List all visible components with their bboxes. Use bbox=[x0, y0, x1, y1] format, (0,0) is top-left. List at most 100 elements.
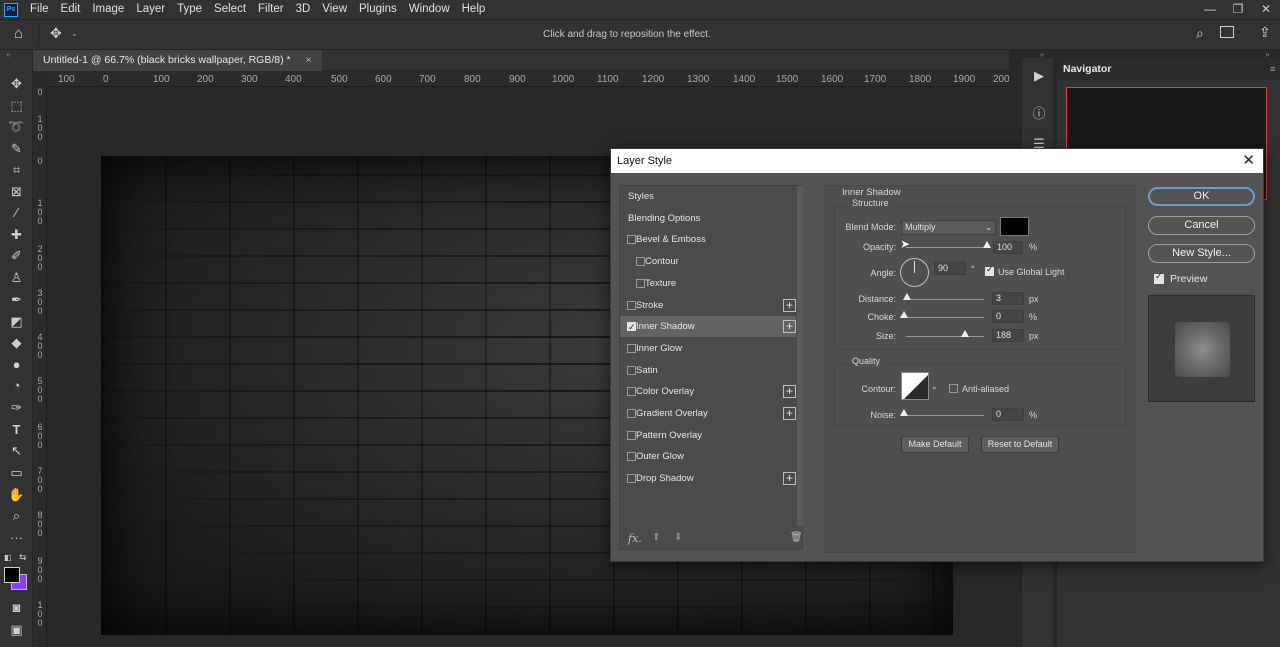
choke-slider-thumb[interactable] bbox=[900, 311, 908, 318]
style-item-drop-shadow[interactable]: Drop Shadow + bbox=[620, 468, 796, 489]
style-item-texture[interactable]: Texture bbox=[620, 273, 796, 294]
style-item-inner-glow[interactable]: Inner Glow bbox=[620, 338, 796, 359]
chevron-down-icon[interactable]: ⌄ bbox=[71, 29, 78, 38]
crop-tool-icon[interactable]: ⌗ bbox=[7, 160, 26, 179]
menu-image[interactable]: Image bbox=[86, 0, 130, 19]
style-checkbox[interactable] bbox=[627, 365, 636, 375]
ok-button[interactable]: OK bbox=[1148, 187, 1255, 206]
path-select-icon[interactable]: ↖ bbox=[7, 441, 26, 460]
style-item-pattern-overlay[interactable]: Pattern Overlay bbox=[620, 425, 796, 446]
move-down-icon[interactable]: ⬇ bbox=[674, 532, 682, 543]
menu-view[interactable]: View bbox=[316, 0, 353, 19]
style-checkbox[interactable] bbox=[636, 278, 645, 288]
dodge-tool-icon[interactable]: ◔ bbox=[7, 376, 26, 395]
cancel-button[interactable]: Cancel bbox=[1148, 216, 1255, 235]
style-item-stroke[interactable]: Stroke + bbox=[620, 295, 796, 316]
add-effect-icon[interactable]: + bbox=[783, 320, 796, 334]
more-tools-icon[interactable]: ··· bbox=[7, 528, 26, 547]
menu-select[interactable]: Select bbox=[208, 0, 252, 19]
shadow-color-swatch[interactable] bbox=[1000, 217, 1029, 236]
add-effect-icon[interactable]: + bbox=[783, 407, 796, 420]
eyedropper-tool-icon[interactable]: ⁄ bbox=[7, 203, 26, 222]
style-checkbox[interactable] bbox=[627, 430, 636, 440]
move-up-icon[interactable]: ⬆ bbox=[652, 532, 660, 543]
pen-tool-icon[interactable]: ✑ bbox=[7, 398, 26, 417]
foreground-color-swatch[interactable] bbox=[4, 567, 20, 583]
style-checkbox[interactable] bbox=[627, 343, 636, 353]
move-tool-icon[interactable]: ✥ bbox=[7, 74, 26, 93]
style-item-styles[interactable]: Styles bbox=[620, 186, 796, 207]
style-checkbox[interactable] bbox=[627, 474, 636, 484]
close-icon[interactable]: ✕ bbox=[1242, 151, 1255, 169]
choke-input[interactable]: 0 bbox=[992, 310, 1024, 323]
style-item-gradient-overlay[interactable]: Gradient Overlay + bbox=[620, 403, 796, 424]
new-style-button[interactable]: New Style... bbox=[1148, 244, 1255, 263]
healing-brush-icon[interactable]: ✚ bbox=[7, 225, 26, 244]
type-tool-icon[interactable]: T bbox=[7, 420, 26, 439]
add-effect-icon[interactable]: + bbox=[783, 385, 796, 399]
stamp-tool-icon[interactable]: ♙ bbox=[7, 268, 26, 287]
quick-mask-icon[interactable]: ◙ bbox=[7, 598, 26, 617]
style-checkbox[interactable] bbox=[627, 300, 636, 310]
panel-menu-icon[interactable]: ≡ bbox=[1270, 64, 1275, 74]
distance-slider-track[interactable] bbox=[906, 299, 984, 300]
collapse-icon[interactable]: » bbox=[6, 50, 10, 59]
menu-window[interactable]: Window bbox=[403, 0, 456, 19]
style-item-inner-shadow[interactable]: Inner Shadow + bbox=[620, 316, 796, 338]
menu-plugins[interactable]: Plugins bbox=[353, 0, 403, 19]
size-slider-thumb[interactable] bbox=[960, 330, 969, 337]
style-checkbox[interactable] bbox=[636, 257, 645, 267]
restore-icon[interactable]: ❐ bbox=[1224, 0, 1252, 19]
default-colors-icon[interactable]: ◧ bbox=[4, 553, 12, 562]
style-item-contour[interactable]: Contour bbox=[620, 251, 796, 272]
anti-aliased-checkbox[interactable] bbox=[949, 384, 958, 393]
brush-tool-icon[interactable]: ✐ bbox=[7, 246, 26, 265]
noise-input[interactable]: 0 bbox=[992, 408, 1024, 421]
hand-tool-icon[interactable]: ✋ bbox=[7, 485, 26, 504]
size-input[interactable]: 188 bbox=[992, 329, 1024, 342]
add-effect-icon[interactable]: + bbox=[783, 472, 796, 486]
add-effect-icon[interactable]: + bbox=[783, 298, 796, 312]
home-icon[interactable]: ⌂ bbox=[14, 25, 23, 42]
blur-tool-icon[interactable]: ● bbox=[7, 355, 26, 374]
move-tool-icon[interactable]: ✥ bbox=[50, 25, 62, 42]
zoom-tool-icon[interactable]: ⌕ bbox=[7, 506, 26, 525]
blend-mode-select[interactable]: Multiply ⌄ bbox=[901, 220, 996, 235]
screen-mode-icon[interactable]: ▣ bbox=[7, 620, 26, 639]
menu-type[interactable]: Type bbox=[171, 0, 208, 19]
angle-dial[interactable] bbox=[900, 258, 929, 287]
noise-slider-thumb[interactable] bbox=[900, 409, 908, 416]
share-icon[interactable]: ⇪ bbox=[1259, 24, 1271, 41]
lasso-tool-icon[interactable]: ➰ bbox=[7, 117, 26, 136]
style-checkbox[interactable] bbox=[627, 452, 636, 462]
info-icon[interactable]: ⓘ bbox=[1030, 103, 1048, 121]
style-checkbox[interactable] bbox=[627, 409, 636, 418]
history-brush-icon[interactable]: ✒ bbox=[7, 290, 26, 309]
global-light-checkbox[interactable]: ✓ bbox=[985, 264, 994, 276]
contour-picker[interactable] bbox=[901, 372, 929, 400]
noise-slider-track[interactable] bbox=[906, 415, 984, 416]
distance-slider-thumb[interactable] bbox=[903, 293, 912, 300]
opacity-slider-thumb[interactable] bbox=[983, 241, 991, 248]
opacity-slider-track[interactable] bbox=[906, 247, 987, 248]
close-window-icon[interactable]: ✕ bbox=[1252, 0, 1280, 19]
reset-default-button[interactable]: Reset to Default bbox=[981, 436, 1059, 453]
opacity-input[interactable]: 100 bbox=[993, 241, 1023, 254]
menu-help[interactable]: Help bbox=[456, 0, 492, 19]
document-tab[interactable]: Untitled-1 @ 66.7% (black bricks wallpap… bbox=[33, 50, 322, 71]
play-icon[interactable]: ▶ bbox=[1030, 68, 1048, 86]
style-item-bevel-emboss[interactable]: Bevel & Emboss bbox=[620, 229, 796, 250]
menu-edit[interactable]: Edit bbox=[55, 0, 87, 19]
trash-icon[interactable]: 🗑 bbox=[790, 532, 803, 543]
menu-layer[interactable]: Layer bbox=[130, 0, 171, 19]
dialog-titlebar[interactable]: Layer Style ✕ bbox=[611, 149, 1263, 173]
workspace-icon[interactable] bbox=[1220, 26, 1234, 38]
angle-input[interactable]: 90 bbox=[934, 262, 966, 275]
contour-dropdown-icon[interactable]: ⌄ bbox=[931, 382, 938, 391]
fx-icon[interactable]: fx. bbox=[628, 532, 642, 545]
swap-colors-icon[interactable]: ⇆ bbox=[19, 552, 27, 563]
rectangle-tool-icon[interactable]: ▭ bbox=[7, 463, 26, 482]
style-item-outer-glow[interactable]: Outer Glow bbox=[620, 446, 796, 467]
preview-checkbox[interactable]: ✓ bbox=[1154, 271, 1164, 284]
paint-bucket-icon[interactable]: ◆ bbox=[7, 333, 26, 352]
